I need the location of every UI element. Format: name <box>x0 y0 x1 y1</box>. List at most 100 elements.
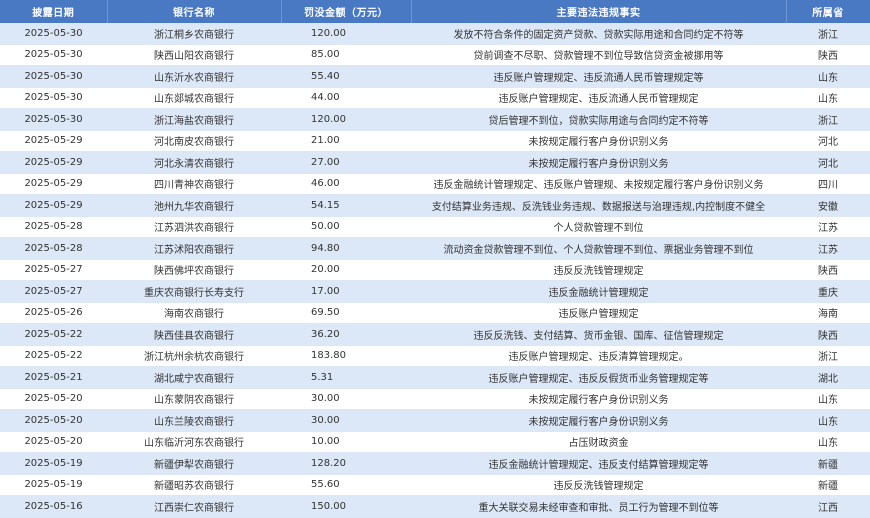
table-row: 2025-05-30 陕西山阳农商银行 85.00 贷前调查不尽职、贷款管理不到位导致… <box>0 44 870 66</box>
cell-amount: 120.00 <box>281 108 411 131</box>
cell-bank: 江西崇仁农商银行 <box>107 495 281 518</box>
table-row: 2025-05-29 四川青神农商银行 46.00 违反金融统计管理规定、违反账户管理… <box>0 173 870 195</box>
cell-bank: 江苏泗洪农商银行 <box>107 216 281 238</box>
cell-bank: 江苏沭阳农商银行 <box>107 237 281 260</box>
cell-date: 2025-05-28 <box>0 216 107 238</box>
cell-bank: 重庆农商银行长寿支行 <box>107 280 281 303</box>
cell-violation: 违反账户管理规定、违反流通人民币管理规定等 <box>411 65 786 88</box>
table-row: 2025-05-19 新疆伊犁农商银行 128.20 违反金融统计管理规定、违反支付结… <box>0 452 870 475</box>
cell-violation: 未按规定履行客户身份识别义务 <box>411 388 786 410</box>
cell-bank: 浙江桐乡农商银行 <box>107 23 281 45</box>
table-row: 2025-05-27 陕西佛坪农商银行 20.00 违反反洗钱管理规定 陕西 <box>0 259 870 281</box>
cell-amount: 128.20 <box>281 452 411 475</box>
cell-province: 河北 <box>786 151 870 174</box>
cell-violation: 贷后管理不到位，贷款实际用途与合同约定不符等 <box>411 108 786 131</box>
cell-date: 2025-05-26 <box>0 302 107 324</box>
cell-violation: 违反账户管理规定、违反清算管理规定。 <box>411 345 786 367</box>
cell-violation: 违反金融统计管理规定、违反账户管理规、未按规定履行客户身份识别义务 <box>411 173 786 195</box>
cell-date: 2025-05-29 <box>0 173 107 195</box>
table-row: 2025-05-29 河北南皮农商银行 21.00 未按规定履行客户身份识别义务 河北 <box>0 130 870 152</box>
cell-bank: 湖北咸宁农商银行 <box>107 366 281 389</box>
cell-date: 2025-05-30 <box>0 65 107 88</box>
cell-amount: 50.00 <box>281 216 411 238</box>
cell-violation: 违反账户管理规定、违反反假货币业务管理规定等 <box>411 366 786 389</box>
cell-violation: 个人贷款管理不到位 <box>411 216 786 238</box>
cell-date: 2025-05-29 <box>0 194 107 217</box>
cell-province: 河北 <box>786 130 870 152</box>
cell-date: 2025-05-27 <box>0 259 107 281</box>
table-row: 2025-05-30 浙江海盐农商银行 120.00 贷后管理不到位，贷款实际用途与合… <box>0 108 870 131</box>
cell-violation: 未按规定履行客户身份识别义务 <box>411 130 786 152</box>
cell-bank: 河北南皮农商银行 <box>107 130 281 152</box>
cell-bank: 山东临沂河东农商银行 <box>107 431 281 453</box>
cell-bank: 陕西山阳农商银行 <box>107 44 281 66</box>
table-body: 2025-05-30 浙江桐乡农商银行 120.00 发放不符合条件的固定资产贷款、贷… <box>0 23 870 518</box>
table-header: 披露日期 银行名称 罚没金额（万元） 主要违法违规事实 所属省 <box>0 0 870 23</box>
cell-province: 山东 <box>786 409 870 432</box>
cell-amount: 27.00 <box>281 151 411 174</box>
cell-date: 2025-05-29 <box>0 130 107 152</box>
table-row: 2025-05-28 江苏沭阳农商银行 94.80 流动资金贷款管理不到位、个人贷款管… <box>0 237 870 260</box>
cell-amount: 10.00 <box>281 431 411 453</box>
cell-province: 浙江 <box>786 23 870 45</box>
cell-amount: 44.00 <box>281 87 411 109</box>
cell-amount: 85.00 <box>281 44 411 66</box>
cell-violation: 违反金融统计管理规定、违反支付结算管理规定等 <box>411 452 786 475</box>
cell-violation: 未按规定履行客户身份识别义务 <box>411 409 786 432</box>
cell-date: 2025-05-19 <box>0 452 107 475</box>
cell-province: 海南 <box>786 302 870 324</box>
cell-date: 2025-05-21 <box>0 366 107 389</box>
cell-amount: 54.15 <box>281 194 411 217</box>
cell-bank: 浙江海盐农商银行 <box>107 108 281 131</box>
cell-province: 陕西 <box>786 44 870 66</box>
header-amount: 罚没金额（万元） <box>281 0 412 23</box>
cell-amount: 30.00 <box>281 409 411 432</box>
cell-bank: 陕西佛坪农商银行 <box>107 259 281 281</box>
cell-province: 浙江 <box>786 108 870 131</box>
cell-violation: 违反反洗钱、支付结算、货币金银、国库、征信管理规定 <box>411 323 786 346</box>
cell-bank: 新疆昭苏农商银行 <box>107 474 281 496</box>
cell-amount: 55.40 <box>281 65 411 88</box>
cell-bank: 浙江杭州余杭农商银行 <box>107 345 281 367</box>
cell-province: 江苏 <box>786 237 870 260</box>
table-row: 2025-05-28 江苏泗洪农商银行 50.00 个人贷款管理不到位 江苏 <box>0 216 870 238</box>
cell-date: 2025-05-20 <box>0 409 107 432</box>
table-row: 2025-05-20 山东兰陵农商银行 30.00 未按规定履行客户身份识别义务 山东 <box>0 409 870 432</box>
cell-province: 湖北 <box>786 366 870 389</box>
table-row: 2025-05-20 山东临沂河东农商银行 10.00 占压财政资金 山东 <box>0 431 870 453</box>
cell-date: 2025-05-20 <box>0 388 107 410</box>
cell-province: 新疆 <box>786 474 870 496</box>
cell-amount: 94.80 <box>281 237 411 260</box>
cell-province: 山东 <box>786 87 870 109</box>
cell-date: 2025-05-29 <box>0 151 107 174</box>
cell-violation: 重大关联交易未经审查和审批、员工行为管理不到位等 <box>411 495 786 518</box>
cell-violation: 发放不符合条件的固定资产贷款、贷款实际用途和合同约定不符等 <box>411 23 786 45</box>
table-row: 2025-05-27 重庆农商银行长寿支行 17.00 违反金融统计管理规定 重庆 <box>0 280 870 303</box>
cell-bank: 新疆伊犁农商银行 <box>107 452 281 475</box>
cell-amount: 69.50 <box>281 302 411 324</box>
header-province: 所属省 <box>786 0 870 23</box>
cell-amount: 120.00 <box>281 23 411 45</box>
table-row: 2025-05-29 池州九华农商银行 54.15 支付结算业务违规、反洗钱业务违规、… <box>0 194 870 217</box>
header-row: 披露日期 银行名称 罚没金额（万元） 主要违法违规事实 所属省 <box>0 0 870 23</box>
cell-province: 山东 <box>786 388 870 410</box>
table-row: 2025-05-26 海南农商银行 69.50 违反账户管理规定 海南 <box>0 302 870 324</box>
table-row: 2025-05-19 新疆昭苏农商银行 55.60 违反反洗钱管理规定 新疆 <box>0 474 870 496</box>
cell-date: 2025-05-30 <box>0 44 107 66</box>
cell-amount: 21.00 <box>281 130 411 152</box>
table-row: 2025-05-16 江西崇仁农商银行 150.00 重大关联交易未经审查和审批、员工… <box>0 495 870 518</box>
table-row: 2025-05-30 浙江桐乡农商银行 120.00 发放不符合条件的固定资产贷款、贷… <box>0 23 870 45</box>
header-bank: 银行名称 <box>107 0 282 23</box>
cell-province: 陕西 <box>786 259 870 281</box>
cell-amount: 55.60 <box>281 474 411 496</box>
cell-violation: 违反账户管理规定 <box>411 302 786 324</box>
cell-province: 四川 <box>786 173 870 195</box>
cell-amount: 20.00 <box>281 259 411 281</box>
cell-date: 2025-05-20 <box>0 431 107 453</box>
header-date: 披露日期 <box>0 0 108 23</box>
cell-province: 重庆 <box>786 280 870 303</box>
cell-amount: 36.20 <box>281 323 411 346</box>
cell-date: 2025-05-22 <box>0 345 107 367</box>
table-row: 2025-05-20 山东蒙阴农商银行 30.00 未按规定履行客户身份识别义务 山东 <box>0 388 870 410</box>
cell-amount: 30.00 <box>281 388 411 410</box>
